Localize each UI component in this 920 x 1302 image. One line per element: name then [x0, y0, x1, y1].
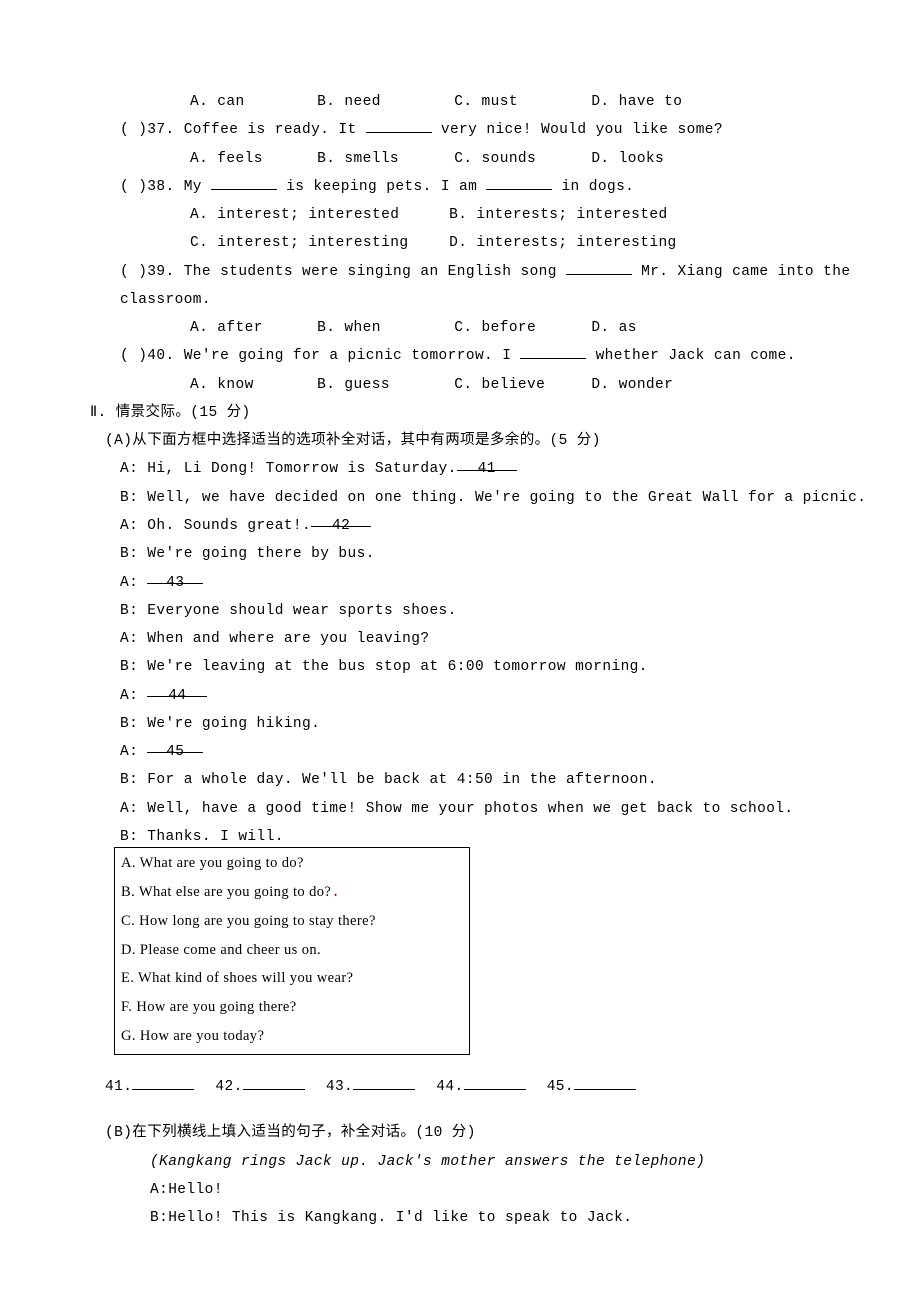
- q39-opt-d: D. as: [591, 314, 637, 342]
- ans-43-label: 43.: [326, 1079, 353, 1095]
- ans-41-label: 41.: [105, 1079, 132, 1095]
- dlg-line9: A: 44: [90, 682, 890, 710]
- q36-opt-a: A. can: [190, 88, 308, 116]
- dlg-line6: B: Everyone should wear sports shoes.: [90, 597, 890, 625]
- ans-43-blank[interactable]: [353, 1075, 415, 1090]
- q38-blank1[interactable]: [211, 175, 277, 190]
- dlg-line7: A: When and where are you leaving?: [90, 625, 890, 653]
- q38-blank2[interactable]: [486, 175, 552, 190]
- dlg-line14: B: Thanks. I will.: [90, 823, 890, 851]
- q36-opt-d: D. have to: [591, 88, 682, 116]
- partB-stage: (Kangkang rings Jack up. Jack's mother a…: [90, 1148, 890, 1176]
- q39-stem: ( )39. The students were singing an Engl…: [90, 258, 890, 315]
- q39-options: A. after B. when C. before D. as: [90, 314, 890, 342]
- q36-opt-b: B. need: [317, 88, 445, 116]
- q38-opt-c: C. interest; interesting: [190, 229, 440, 257]
- q38-options-row1: A. interest; interested B. interests; in…: [90, 201, 890, 229]
- dlg-line10: B: We're going hiking.: [90, 710, 890, 738]
- q38-stem: ( )38. My is keeping pets. I am in dogs.: [90, 173, 890, 201]
- ans-42-blank[interactable]: [243, 1075, 305, 1090]
- q38-opt-a: A. interest; interested: [190, 201, 440, 229]
- q40-opt-a: A. know: [190, 371, 308, 399]
- q38-options-row2: C. interest; interesting D. interests; i…: [90, 229, 890, 257]
- ans-44-label: 44.: [436, 1079, 463, 1095]
- q40-opt-b: B. guess: [317, 371, 445, 399]
- q40-opt-d: D. wonder: [591, 371, 673, 399]
- q37-stem: ( )37. Coffee is ready. It very nice! Wo…: [90, 116, 890, 144]
- dlg-line3: A: Oh. Sounds great!. 42: [90, 512, 890, 540]
- q37-opt-b: B. smells: [317, 145, 445, 173]
- q40-opt-c: C. believe: [454, 371, 582, 399]
- q39-opt-b: B. when: [317, 314, 445, 342]
- box-opt-F: F. How are you going there?: [121, 994, 463, 1023]
- box-opt-B: B. What else are you going to do?.: [121, 879, 463, 908]
- q36-options: A. can B. need C. must D. have to: [90, 88, 890, 116]
- q37-opt-d: D. looks: [591, 145, 664, 173]
- partB-intro: (B)在下列横线上填入适当的句子，补全对话。(10 分): [90, 1119, 890, 1147]
- box-opt-D: D. Please come and cheer us on.: [121, 937, 463, 966]
- box-opt-A: A. What are you going to do?: [121, 850, 463, 879]
- ans-45-label: 45.: [547, 1079, 574, 1095]
- blank-42[interactable]: 42: [311, 512, 371, 527]
- dlg-line5: A: 43: [90, 569, 890, 597]
- partB-line2: B:Hello! This is Kangkang. I'd like to s…: [90, 1204, 890, 1232]
- blank-43[interactable]: 43: [147, 569, 203, 584]
- box-opt-G: G. How are you today?: [121, 1023, 463, 1052]
- blank-45[interactable]: 45: [147, 738, 203, 753]
- q39-opt-c: C. before: [454, 314, 582, 342]
- dlg-line2: B: Well, we have decided on one thing. W…: [90, 484, 890, 512]
- dlg-line12: B: For a whole day. We'll be back at 4:5…: [90, 766, 890, 794]
- blank-41[interactable]: 41: [457, 455, 517, 470]
- dlg-line13: A: Well, have a good time! Show me your …: [90, 795, 890, 823]
- blank-44[interactable]: 44: [147, 682, 207, 697]
- ans-41-blank[interactable]: [132, 1075, 194, 1090]
- options-box: A. What are you going to do? B. What els…: [114, 847, 470, 1055]
- dlg-line1: A: Hi, Li Dong! Tomorrow is Saturday. 41: [90, 455, 890, 483]
- q37-opt-a: A. feels: [190, 145, 308, 173]
- ans-42-label: 42.: [215, 1079, 242, 1095]
- box-opt-C: C. How long are you going to stay there?: [121, 908, 463, 937]
- section2-title: Ⅱ. 情景交际。(15 分): [90, 399, 890, 427]
- q40-options: A. know B. guess C. believe D. wonder: [90, 371, 890, 399]
- q37-opt-c: C. sounds: [454, 145, 582, 173]
- q37-blank[interactable]: [366, 118, 432, 133]
- ans-44-blank[interactable]: [464, 1075, 526, 1090]
- dlg-line11: A: 45: [90, 738, 890, 766]
- q36-opt-c: C. must: [454, 88, 582, 116]
- q38-opt-d: D. interests; interesting: [449, 229, 677, 257]
- answers-41-45: 41. 42. 43. 44. 45.: [90, 1073, 890, 1101]
- q39-opt-a: A. after: [190, 314, 308, 342]
- dlg-line8: B: We're leaving at the bus stop at 6:00…: [90, 653, 890, 681]
- q40-blank[interactable]: [520, 344, 586, 359]
- q39-blank[interactable]: [566, 259, 632, 274]
- partA-intro: (A)从下面方框中选择适当的选项补全对话，其中有两项是多余的。(5 分): [90, 427, 890, 455]
- box-opt-E: E. What kind of shoes will you wear?: [121, 965, 463, 994]
- q38-opt-b: B. interests; interested: [449, 201, 667, 229]
- ans-45-blank[interactable]: [574, 1075, 636, 1090]
- partB-line1: A:Hello!: [90, 1176, 890, 1204]
- dlg-line4: B: We're going there by bus.: [90, 540, 890, 568]
- q40-stem: ( )40. We're going for a picnic tomorrow…: [90, 342, 890, 370]
- q37-options: A. feels B. smells C. sounds D. looks: [90, 145, 890, 173]
